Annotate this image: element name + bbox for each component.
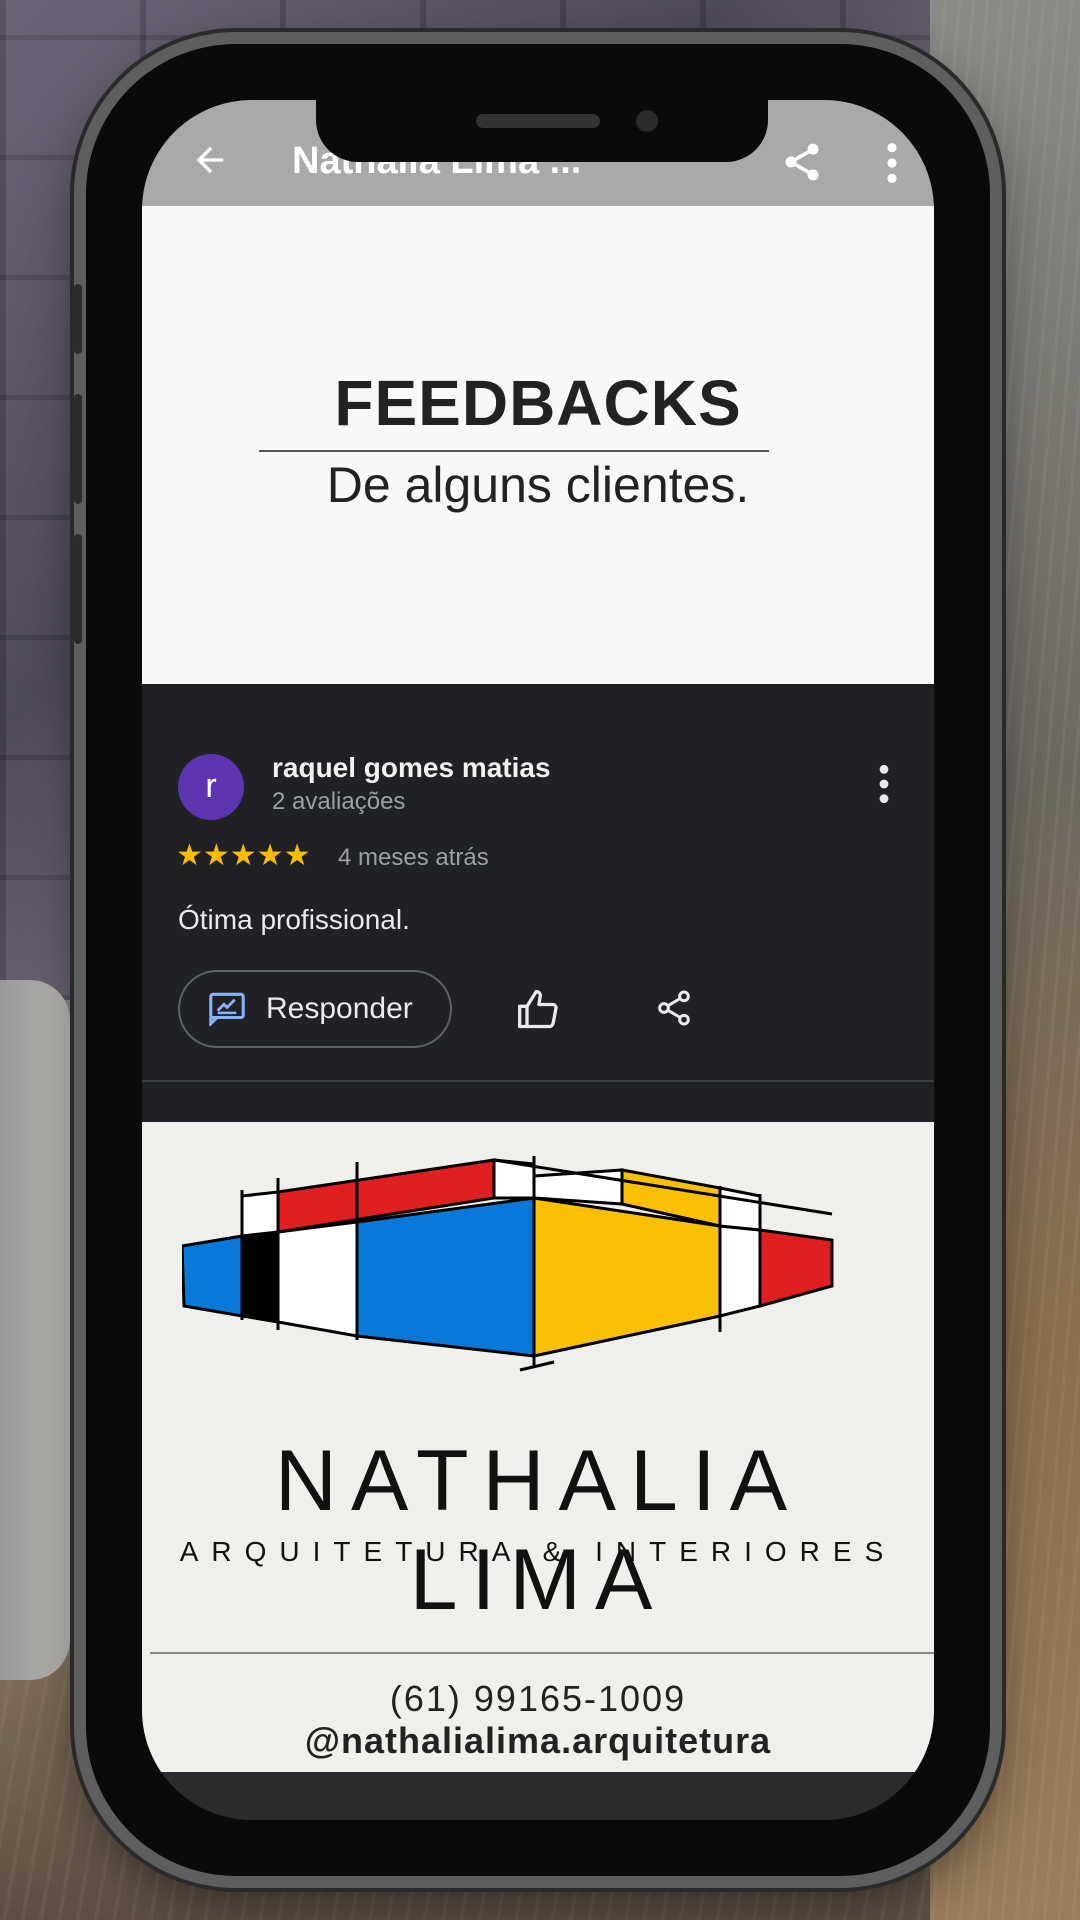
contact-divider [150, 1652, 934, 1654]
phone-volume-up [74, 394, 82, 504]
contact-instagram: @nathalialima.arquitetura [304, 1720, 772, 1761]
more-vert-icon[interactable] [884, 140, 900, 186]
share-icon[interactable] [780, 140, 824, 184]
speaker-grille [476, 114, 600, 128]
reviewer-review-count: 2 avaliações [272, 788, 406, 815]
reviewer-name[interactable]: raquel gomes matias [272, 752, 551, 784]
reply-button-label: Responder [266, 992, 413, 1025]
logo-image: NATHALIA LIMA ARQUITETURA & INTERIORES (… [142, 1122, 934, 1772]
phone-notch [316, 100, 768, 162]
review-more-vert-icon[interactable] [878, 762, 890, 806]
feedback-title: FEEDBACKS [334, 367, 742, 439]
brand-tagline: ARQUITETURA & INTERIORES [179, 1536, 897, 1567]
bottom-navigation-bar [142, 1772, 934, 1820]
review-share-icon[interactable] [654, 988, 694, 1028]
reply-icon [209, 992, 245, 1026]
feedback-image: FEEDBACKS De alguns clientes. [142, 206, 934, 684]
reply-button[interactable]: Responder [178, 970, 452, 1048]
brand-name: NATHALIA LIMA [274, 1433, 802, 1628]
thumbs-up-icon[interactable] [516, 988, 560, 1032]
background-chair [0, 980, 70, 1680]
star-rating: ★★★★★ [176, 839, 311, 872]
architecture-logo [182, 1156, 834, 1372]
phone-volume-down [74, 534, 82, 644]
back-arrow-icon[interactable] [190, 140, 230, 180]
contact-phone: (61) 99165-1009 [389, 1678, 687, 1719]
review-card: r raquel gomes matias 2 avaliações ★★★★★… [142, 694, 934, 1094]
review-date: 4 meses atrás [338, 844, 489, 871]
feedback-divider [259, 450, 769, 452]
avatar[interactable]: r [178, 754, 244, 820]
phone-frame: Nathalia Lima ... FEEDBACKS De alguns cl… [74, 44, 990, 1876]
review-text: Ótima profissional. [178, 904, 410, 935]
review-divider [142, 1080, 934, 1082]
phone-screen: Nathalia Lima ... FEEDBACKS De alguns cl… [142, 100, 934, 1820]
phone-side-button [74, 284, 82, 354]
feedback-subtitle: De alguns clientes. [326, 457, 750, 513]
front-camera [636, 110, 658, 132]
